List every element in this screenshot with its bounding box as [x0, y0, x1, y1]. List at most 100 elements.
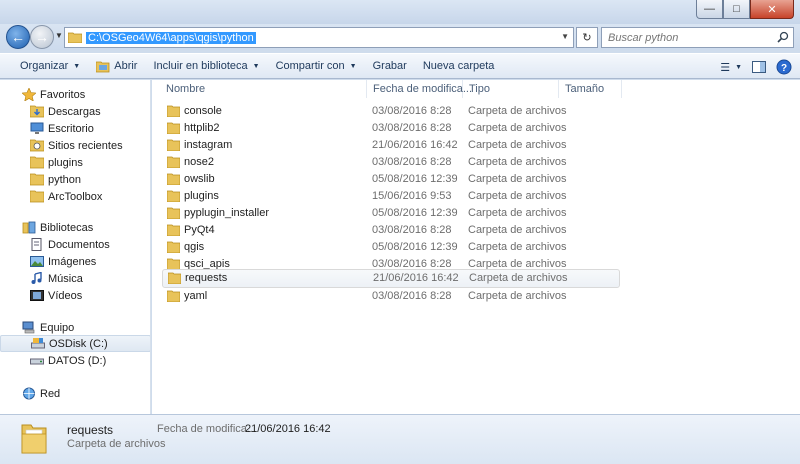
address-row: ← → ▼ C:\OSGeo4W64\apps\qgis\python ▼ ↻	[0, 24, 800, 50]
chevron-down-icon: ▼	[349, 62, 357, 70]
include-library-button[interactable]: Incluir en biblioteca ▼	[145, 55, 267, 77]
star-icon	[22, 88, 36, 101]
table-row[interactable]: instagram 21/06/2016 16:42 Carpeta de ar…	[162, 137, 620, 154]
help-button[interactable]: ?	[776, 57, 792, 77]
nav-item-osdisk[interactable]: OSDisk (C:)	[0, 335, 150, 352]
share-button[interactable]: Compartir con ▼	[268, 55, 365, 77]
nav-item-documentos[interactable]: Documentos	[0, 236, 150, 253]
table-row[interactable]: nose2 03/08/2016 8:28 Carpeta de archivo…	[162, 154, 620, 171]
file-name: requests	[185, 272, 228, 284]
folder-icon	[30, 173, 44, 186]
nav-item-datos[interactable]: DATOS (D:)	[0, 352, 150, 369]
music-icon	[31, 272, 42, 284]
nav-item-label: Documentos	[48, 238, 110, 251]
folder-icon	[168, 272, 181, 284]
nav-item-arctoolbox[interactable]: ArcToolbox	[0, 188, 150, 205]
table-row[interactable]: yaml 03/08/2016 8:28 Carpeta de archivos	[162, 288, 620, 305]
nav-item-label: python	[48, 173, 82, 186]
folder-icon	[167, 105, 180, 117]
table-row[interactable]: console 03/08/2016 8:28 Carpeta de archi…	[162, 103, 620, 120]
column-header-name[interactable]: Nombre	[160, 80, 367, 98]
folder-icon	[68, 32, 82, 43]
file-type: Carpeta de archivos	[468, 190, 567, 202]
nav-item-label: ArcToolbox	[48, 190, 103, 203]
nav-item-label: plugins	[48, 156, 83, 169]
column-header-type-label: Tipo	[469, 83, 490, 95]
details-date: 21/06/2016 16:42	[245, 423, 331, 435]
nav-libraries[interactable]: Bibliotecas	[0, 219, 150, 236]
nav-item-videos[interactable]: Vídeos	[0, 287, 150, 304]
nav-network[interactable]: Red	[0, 385, 150, 402]
nav-item-plugins[interactable]: plugins	[0, 154, 150, 171]
pictures-icon	[30, 256, 44, 267]
column-header-size[interactable]: Tamaño	[559, 80, 622, 98]
file-date: 05/08/2016 12:39	[372, 241, 458, 253]
nav-favorites[interactable]: Favoritos	[0, 86, 150, 103]
back-button[interactable]: ←	[6, 25, 30, 49]
file-name: owslib	[184, 173, 215, 185]
file-date: 03/08/2016 8:28	[372, 290, 452, 302]
file-name: pyplugin_installer	[184, 207, 269, 219]
downloads-icon	[30, 105, 44, 118]
search-icon[interactable]	[777, 31, 789, 43]
details-pane: requests Carpeta de archivos Fecha de mo…	[0, 414, 800, 464]
folder-icon	[30, 190, 44, 203]
organize-button[interactable]: Organizar ▼	[12, 55, 88, 77]
nav-item-musica[interactable]: Música	[0, 270, 150, 287]
refresh-button[interactable]: ↻	[576, 27, 598, 48]
chevron-down-icon: ▼	[252, 62, 260, 70]
table-row[interactable]: httplib2 03/08/2016 8:28 Carpeta de arch…	[162, 120, 620, 137]
address-bar[interactable]: C:\OSGeo4W64\apps\qgis\python ▼	[64, 27, 574, 48]
nav-item-sitios-recientes[interactable]: Sitios recientes	[0, 137, 150, 154]
title-bar: — □ ✕	[0, 0, 800, 24]
libraries-icon	[22, 221, 36, 234]
drive-icon	[30, 358, 44, 365]
details-view-icon: ☰	[720, 61, 731, 74]
nav-item-python[interactable]: python	[0, 171, 150, 188]
view-controls: ☰ ▼ ?	[720, 57, 792, 77]
file-list: Nombre Fecha de modifica... Tipo Tamaño …	[152, 80, 800, 414]
open-button[interactable]: Abrir	[88, 55, 145, 77]
burn-button[interactable]: Grabar	[365, 55, 415, 77]
table-row-selected[interactable]: requests 21/06/2016 16:42 Carpeta de arc…	[162, 269, 620, 288]
nav-item-label: Sitios recientes	[48, 139, 123, 152]
table-row[interactable]: pyplugin_installer 05/08/2016 12:39 Carp…	[162, 205, 620, 222]
table-row[interactable]: qgis 05/08/2016 12:39 Carpeta de archivo…	[162, 239, 620, 256]
file-type: Carpeta de archivos	[469, 272, 568, 284]
nav-item-imagenes[interactable]: Imágenes	[0, 253, 150, 270]
chevron-down-icon: ▼	[73, 62, 81, 70]
column-header-type[interactable]: Tipo	[463, 80, 559, 98]
folder-icon	[167, 190, 180, 202]
documents-icon	[31, 238, 42, 251]
table-row[interactable]: owslib 05/08/2016 12:39 Carpeta de archi…	[162, 171, 620, 188]
column-header-date[interactable]: Fecha de modifica...	[367, 80, 472, 98]
organize-label: Organizar	[20, 60, 69, 72]
address-path[interactable]: C:\OSGeo4W64\apps\qgis\python	[86, 31, 256, 44]
new-folder-button[interactable]: Nueva carpeta	[415, 55, 503, 77]
table-row[interactable]: PyQt4 03/08/2016 8:28 Carpeta de archivo…	[162, 222, 620, 239]
file-name: nose2	[184, 156, 214, 168]
nav-item-descargas[interactable]: Descargas	[0, 103, 150, 120]
file-date: 05/08/2016 12:39	[372, 207, 458, 219]
table-row[interactable]: plugins 15/06/2016 9:53 Carpeta de archi…	[162, 188, 620, 205]
forward-button[interactable]: →	[30, 25, 54, 49]
nav-item-label: Imágenes	[48, 255, 97, 268]
folder-icon	[167, 290, 180, 302]
search-box[interactable]	[601, 27, 794, 48]
change-view-button[interactable]: ☰ ▼	[720, 57, 742, 77]
drive-icon	[31, 338, 45, 349]
preview-pane-button[interactable]	[752, 57, 766, 77]
nav-item-label: Música	[48, 272, 83, 285]
maximize-button[interactable]: □	[723, 0, 750, 19]
minimize-button[interactable]: —	[696, 0, 723, 19]
file-type: Carpeta de archivos	[468, 139, 567, 151]
recent-pages-dropdown[interactable]: ▼	[55, 31, 63, 40]
nav-computer[interactable]: Equipo	[0, 319, 150, 336]
details-date-label: Fecha de modifica...	[157, 423, 257, 435]
close-button[interactable]: ✕	[750, 0, 794, 19]
help-icon: ?	[776, 59, 792, 75]
file-name: PyQt4	[184, 224, 215, 236]
nav-item-escritorio[interactable]: Escritorio	[0, 120, 150, 137]
address-dropdown-icon[interactable]: ▼	[561, 32, 569, 41]
search-input[interactable]	[602, 28, 772, 47]
